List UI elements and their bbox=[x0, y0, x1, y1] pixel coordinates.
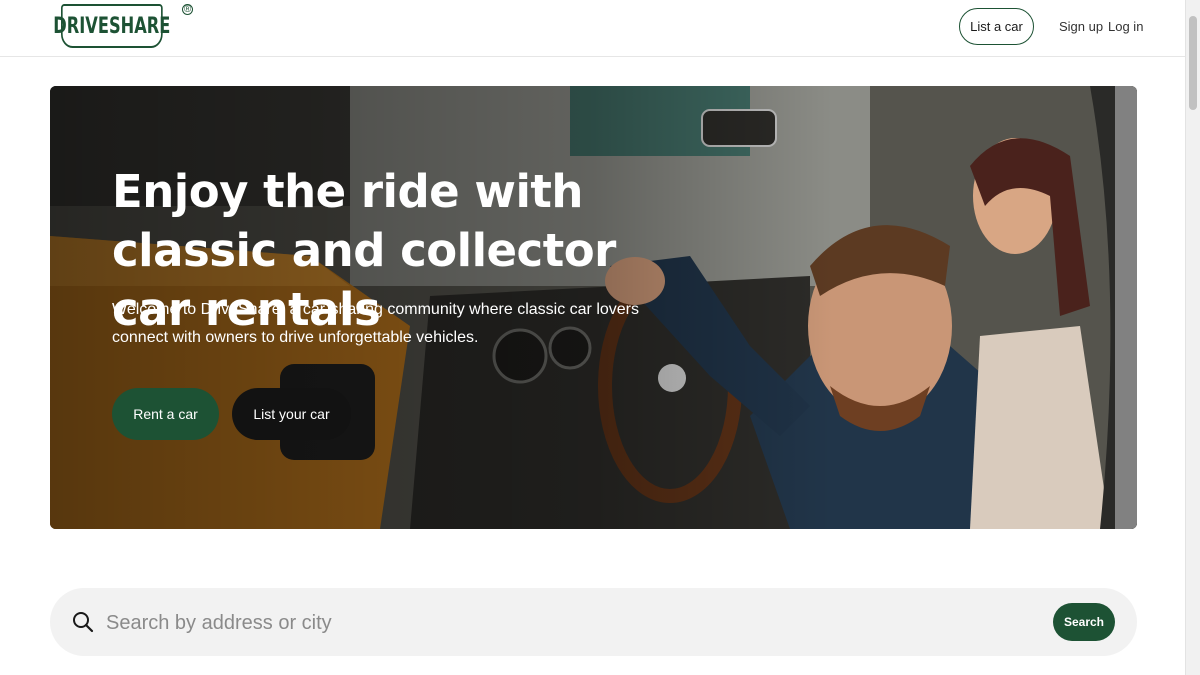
rent-a-car-button[interactable]: Rent a car bbox=[112, 388, 219, 440]
hero-subtitle: Welcome to DriveShare, a car-sharing com… bbox=[112, 301, 639, 346]
sign-up-link[interactable]: Sign up bbox=[1059, 19, 1103, 34]
site-header: DRIVESHARE ® List a car Sign up Log in bbox=[0, 0, 1186, 57]
search-icon bbox=[73, 612, 94, 633]
search-input[interactable] bbox=[104, 602, 988, 644]
log-in-link[interactable]: Log in bbox=[1108, 19, 1143, 34]
driveshare-logo[interactable]: DRIVESHARE bbox=[53, 4, 170, 48]
scrollbar-thumb[interactable] bbox=[1189, 16, 1197, 110]
list-your-car-button[interactable]: List your car bbox=[232, 388, 351, 440]
list-a-car-button[interactable]: List a car bbox=[959, 8, 1034, 45]
search-button[interactable]: Search bbox=[1053, 603, 1115, 641]
hero-banner: Enjoy the ride with classic and collecto… bbox=[50, 86, 1137, 529]
search-bar: Search bbox=[50, 588, 1137, 656]
registered-mark: ® bbox=[182, 4, 193, 15]
page-scrollbar[interactable] bbox=[1185, 0, 1200, 675]
